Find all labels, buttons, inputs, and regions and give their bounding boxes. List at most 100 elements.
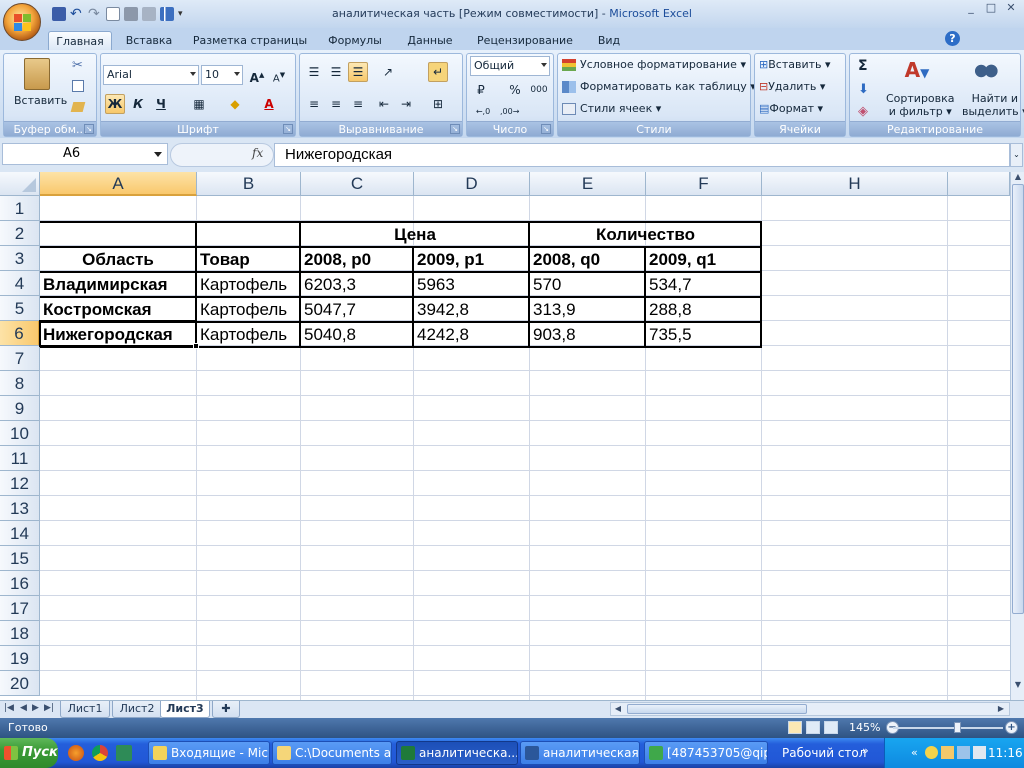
taskbar-app-qip[interactable]: [487453705@qip... <box>644 741 768 765</box>
sheet-tab-1[interactable]: Лист1 <box>60 701 110 718</box>
office-button[interactable] <box>3 3 41 41</box>
conditional-formatting-button[interactable]: Условное форматирование ▾ <box>562 58 746 71</box>
format-cells-button[interactable]: ▤Формат ▾ <box>759 102 823 115</box>
row-header[interactable]: 8 <box>0 371 40 396</box>
cell-e5[interactable]: 313,9 <box>530 297 576 322</box>
orientation-icon[interactable]: ↗ <box>378 62 398 82</box>
page-layout-view-icon[interactable] <box>806 721 820 734</box>
cell-b6[interactable]: Картофель <box>197 322 287 347</box>
percent-button[interactable]: % <box>505 80 525 100</box>
column-header-c[interactable]: C <box>301 172 414 196</box>
cell-b5[interactable]: Картофель <box>197 297 287 322</box>
autosum-button[interactable]: Σ <box>858 58 868 74</box>
row-header[interactable]: 10 <box>0 421 40 446</box>
sort-filter-button[interactable]: Сортировка и фильтр ▾ <box>886 92 955 118</box>
increase-indent-icon[interactable]: ⇥ <box>396 94 416 114</box>
font-size-select[interactable]: 10 <box>201 65 243 85</box>
first-sheet-icon[interactable]: |◀ <box>4 703 14 713</box>
tab-view[interactable]: Вид <box>590 31 628 50</box>
row-header[interactable]: 6 <box>0 321 40 346</box>
fill-color-icon[interactable]: ◆ <box>225 94 245 114</box>
scroll-up-icon[interactable]: ▲ <box>1012 172 1024 181</box>
name-box-dropdown-icon[interactable] <box>154 152 162 157</box>
cell-d5[interactable]: 3942,8 <box>414 297 469 322</box>
horizontal-scrollbar[interactable]: ◀ ▶ <box>610 702 1010 716</box>
align-right-icon[interactable]: ≡ <box>348 94 368 114</box>
taskbar-app-excel[interactable]: аналитическа... <box>396 741 518 765</box>
row-header[interactable]: 20 <box>0 671 40 696</box>
row-header[interactable]: 14 <box>0 521 40 546</box>
minimize-icon[interactable]: _ <box>962 2 980 16</box>
row-header[interactable]: 4 <box>0 271 40 296</box>
row-header[interactable]: 7 <box>0 346 40 371</box>
paste-button[interactable]: Вставить <box>14 94 67 107</box>
currency-format-icon[interactable]: ₽ <box>471 80 491 100</box>
column-header-d[interactable]: D <box>414 172 530 196</box>
tab-insert[interactable]: Вставка <box>118 31 180 50</box>
row-header[interactable]: 5 <box>0 296 40 321</box>
sheet-tab-3[interactable]: Лист3 <box>160 701 210 718</box>
row-header[interactable]: 12 <box>0 471 40 496</box>
cell-e3[interactable]: 2008, q0 <box>530 247 600 272</box>
cell-a4[interactable]: Владимирская <box>40 272 168 297</box>
tray-icon-app[interactable] <box>941 746 954 759</box>
align-top-icon[interactable]: ☰ <box>304 62 324 82</box>
close-icon[interactable]: ✕ <box>1002 2 1020 16</box>
cell-f5[interactable]: 288,8 <box>646 297 692 322</box>
cell-e6[interactable]: 903,8 <box>530 322 576 347</box>
dialog-launcher-icon[interactable]: ↘ <box>283 124 293 134</box>
column-header-e[interactable]: E <box>530 172 646 196</box>
sort-filter-icon[interactable]: A▼ <box>904 58 930 86</box>
dialog-launcher-icon[interactable]: ↘ <box>450 124 460 134</box>
row-header[interactable]: 2 <box>0 221 40 246</box>
scroll-down-icon[interactable]: ▼ <box>1012 680 1024 689</box>
cell-c4[interactable]: 6203,3 <box>301 272 356 297</box>
maximize-icon[interactable]: □ <box>982 2 1000 16</box>
scroll-right-icon[interactable]: ▶ <box>995 704 1007 713</box>
vertical-scrollbar[interactable]: ▲ ▼ <box>1010 172 1024 700</box>
tab-formulas[interactable]: Формулы <box>322 31 388 50</box>
row-header[interactable]: 15 <box>0 546 40 571</box>
cell-e2-qty-header[interactable]: Количество <box>530 222 761 247</box>
underline-button[interactable]: Ч <box>151 94 171 114</box>
cell-c3[interactable]: 2008, р0 <box>301 247 371 272</box>
row-header[interactable]: 13 <box>0 496 40 521</box>
dialog-launcher-icon[interactable]: ↘ <box>541 124 551 134</box>
italic-button[interactable]: К <box>128 94 148 114</box>
decrease-indent-icon[interactable]: ⇤ <box>374 94 394 114</box>
find-select-icon[interactable] <box>974 60 998 82</box>
last-sheet-icon[interactable]: ▶| <box>44 703 54 713</box>
vertical-scroll-thumb[interactable] <box>1012 184 1024 614</box>
cell-c5[interactable]: 5047,7 <box>301 297 356 322</box>
column-header-next[interactable] <box>948 172 1010 196</box>
align-center-icon[interactable]: ≡ <box>326 94 346 114</box>
select-all-button[interactable] <box>0 172 40 196</box>
row-header[interactable]: 9 <box>0 396 40 421</box>
help-icon[interactable]: ? <box>945 31 960 46</box>
page-break-view-icon[interactable] <box>824 721 838 734</box>
clear-icon[interactable]: ◈ <box>858 104 868 119</box>
cell-f6[interactable]: 735,5 <box>646 322 692 347</box>
format-as-table-button[interactable]: Форматировать как таблицу ▾ <box>562 80 756 93</box>
shrink-font-icon[interactable]: A▼ <box>269 65 289 85</box>
delete-cells-button[interactable]: ⊟Удалить ▾ <box>759 80 825 93</box>
tray-icon-smile[interactable] <box>925 746 938 759</box>
row-header[interactable]: 3 <box>0 246 40 271</box>
taskbar-app-explorer[interactable]: C:\Documents a... <box>272 741 392 765</box>
cell-e4[interactable]: 570 <box>530 272 561 297</box>
align-left-icon[interactable]: ≡ <box>304 94 324 114</box>
insert-function-button[interactable]: fx <box>252 146 263 160</box>
thousands-button[interactable]: 000 <box>527 80 551 100</box>
taskbar-app-word[interactable]: аналитическая ... <box>520 741 640 765</box>
decrease-decimal-icon[interactable]: ,00→ <box>499 102 519 122</box>
tab-review[interactable]: Рецензирование <box>472 31 578 50</box>
wrap-text-icon[interactable]: ↵ <box>428 62 448 82</box>
tab-data[interactable]: Данные <box>400 31 460 50</box>
tray-icon-volume[interactable] <box>973 746 986 759</box>
cell-d3[interactable]: 2009, р1 <box>414 247 484 272</box>
horizontal-scroll-thumb[interactable] <box>627 704 807 714</box>
worksheet-grid[interactable]: A B C D E F H 1 2 3 4 5 6 7 8 9 10 11 12… <box>0 172 1010 700</box>
name-box[interactable]: A6 <box>2 143 168 165</box>
copy-icon[interactable] <box>72 80 84 92</box>
taskbar-clock[interactable]: 11:16 <box>988 746 1023 760</box>
